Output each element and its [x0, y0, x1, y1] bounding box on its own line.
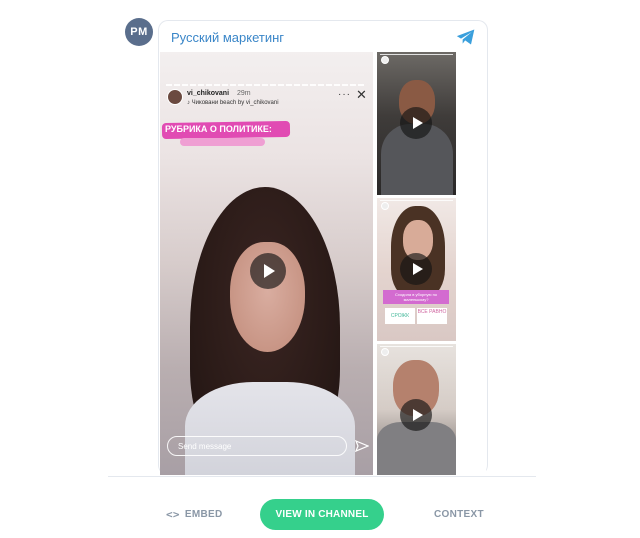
thumb-avatar — [381, 348, 389, 356]
embed-button[interactable]: <> EMBED — [166, 508, 222, 521]
story-progress-bar — [166, 84, 366, 86]
play-icon — [412, 117, 423, 129]
close-icon: ✕ — [356, 87, 367, 102]
channel-avatar[interactable]: PM — [125, 18, 153, 46]
send-message-field: Send message — [167, 436, 347, 456]
send-icon — [355, 439, 369, 453]
view-in-channel-button[interactable]: VIEW IN CHANNEL — [260, 499, 384, 530]
story-username: vi_chikovani — [187, 90, 230, 97]
embed-label: EMBED — [184, 509, 223, 520]
video-thumb-2[interactable]: Сходила в уборную по маленькому? СРОЖК В… — [377, 198, 456, 341]
context-button[interactable]: CONTEXT — [434, 509, 484, 520]
code-icon: <> — [166, 508, 180, 521]
play-button[interactable] — [400, 253, 432, 285]
channel-title[interactable]: Русский маркетинг — [171, 30, 284, 45]
play-button[interactable] — [250, 253, 286, 289]
main-video[interactable]: vi_chikovani 29m ♪ Чиковани beach by vi_… — [160, 52, 373, 475]
thumb-progress — [380, 200, 453, 201]
poll-question: Сходила в уборную по маленькому? — [383, 290, 449, 304]
story-caption: РУБРИКА О ПОЛИТИКЕ: — [165, 124, 272, 134]
story-user-avatar — [167, 89, 183, 105]
thumb-avatar — [381, 202, 389, 210]
thumb-progress — [380, 54, 453, 55]
play-icon — [412, 409, 423, 421]
story-time: 29m — [237, 90, 251, 97]
video-thumb-3[interactable] — [377, 344, 456, 475]
play-icon — [412, 263, 423, 275]
play-button[interactable] — [400, 399, 432, 431]
play-icon — [264, 264, 275, 278]
poll-option-a: СРОЖК — [385, 308, 415, 324]
thumb-avatar — [381, 56, 389, 64]
video-figure-shirt — [185, 382, 355, 475]
play-button[interactable] — [400, 107, 432, 139]
video-thumb-1[interactable] — [377, 52, 456, 195]
thumb-progress — [380, 346, 453, 347]
more-icon: ··· — [338, 89, 351, 100]
footer-divider — [108, 476, 536, 477]
telegram-icon[interactable] — [456, 28, 476, 46]
pink-brush-stroke — [180, 138, 265, 146]
story-music: ♪ Чиковани beach by vi_chikovani — [187, 100, 279, 106]
poll-option-b: ВСЕ РАВНО — [417, 308, 447, 324]
